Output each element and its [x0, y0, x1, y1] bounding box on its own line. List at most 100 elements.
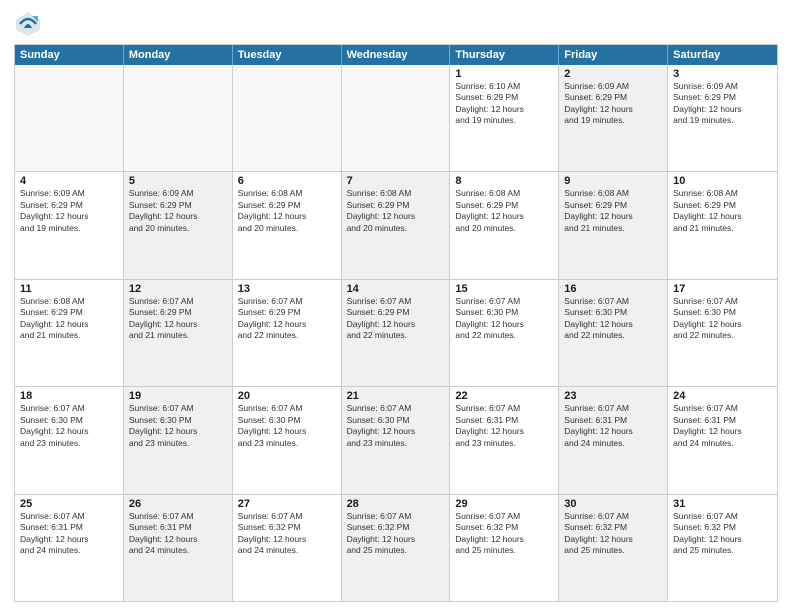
calendar-cell-24: 24Sunrise: 6:07 AM Sunset: 6:31 PM Dayli…	[668, 387, 777, 493]
day-info: Sunrise: 6:07 AM Sunset: 6:31 PM Dayligh…	[564, 403, 662, 449]
calendar-cell-empty-0-3	[342, 65, 451, 171]
day-info: Sunrise: 6:07 AM Sunset: 6:31 PM Dayligh…	[20, 511, 118, 557]
day-info: Sunrise: 6:07 AM Sunset: 6:30 PM Dayligh…	[20, 403, 118, 449]
day-info: Sunrise: 6:07 AM Sunset: 6:32 PM Dayligh…	[347, 511, 445, 557]
day-number: 19	[129, 390, 227, 402]
day-info: Sunrise: 6:08 AM Sunset: 6:29 PM Dayligh…	[20, 296, 118, 342]
day-info: Sunrise: 6:07 AM Sunset: 6:30 PM Dayligh…	[129, 403, 227, 449]
day-info: Sunrise: 6:07 AM Sunset: 6:30 PM Dayligh…	[564, 296, 662, 342]
day-number: 13	[238, 283, 336, 295]
calendar-row-1: 4Sunrise: 6:09 AM Sunset: 6:29 PM Daylig…	[15, 171, 777, 278]
weekday-header-wednesday: Wednesday	[342, 45, 451, 65]
calendar-cell-25: 25Sunrise: 6:07 AM Sunset: 6:31 PM Dayli…	[15, 495, 124, 601]
weekday-header-monday: Monday	[124, 45, 233, 65]
calendar-cell-13: 13Sunrise: 6:07 AM Sunset: 6:29 PM Dayli…	[233, 280, 342, 386]
day-number: 17	[673, 283, 772, 295]
page: SundayMondayTuesdayWednesdayThursdayFrid…	[0, 0, 792, 612]
day-info: Sunrise: 6:07 AM Sunset: 6:31 PM Dayligh…	[129, 511, 227, 557]
calendar-cell-12: 12Sunrise: 6:07 AM Sunset: 6:29 PM Dayli…	[124, 280, 233, 386]
calendar-cell-8: 8Sunrise: 6:08 AM Sunset: 6:29 PM Daylig…	[450, 172, 559, 278]
day-info: Sunrise: 6:07 AM Sunset: 6:29 PM Dayligh…	[347, 296, 445, 342]
weekday-header-saturday: Saturday	[668, 45, 777, 65]
calendar-row-0: 1Sunrise: 6:10 AM Sunset: 6:29 PM Daylig…	[15, 65, 777, 171]
calendar-cell-27: 27Sunrise: 6:07 AM Sunset: 6:32 PM Dayli…	[233, 495, 342, 601]
day-number: 28	[347, 498, 445, 510]
day-info: Sunrise: 6:07 AM Sunset: 6:32 PM Dayligh…	[455, 511, 553, 557]
calendar-row-3: 18Sunrise: 6:07 AM Sunset: 6:30 PM Dayli…	[15, 386, 777, 493]
header	[14, 10, 778, 38]
calendar-cell-6: 6Sunrise: 6:08 AM Sunset: 6:29 PM Daylig…	[233, 172, 342, 278]
day-info: Sunrise: 6:08 AM Sunset: 6:29 PM Dayligh…	[455, 188, 553, 234]
day-number: 7	[347, 175, 445, 187]
day-info: Sunrise: 6:07 AM Sunset: 6:30 PM Dayligh…	[238, 403, 336, 449]
calendar-cell-21: 21Sunrise: 6:07 AM Sunset: 6:30 PM Dayli…	[342, 387, 451, 493]
calendar-cell-14: 14Sunrise: 6:07 AM Sunset: 6:29 PM Dayli…	[342, 280, 451, 386]
calendar-cell-3: 3Sunrise: 6:09 AM Sunset: 6:29 PM Daylig…	[668, 65, 777, 171]
day-number: 24	[673, 390, 772, 402]
day-number: 31	[673, 498, 772, 510]
day-info: Sunrise: 6:08 AM Sunset: 6:29 PM Dayligh…	[238, 188, 336, 234]
day-info: Sunrise: 6:08 AM Sunset: 6:29 PM Dayligh…	[673, 188, 772, 234]
calendar-cell-1: 1Sunrise: 6:10 AM Sunset: 6:29 PM Daylig…	[450, 65, 559, 171]
day-info: Sunrise: 6:09 AM Sunset: 6:29 PM Dayligh…	[20, 188, 118, 234]
day-info: Sunrise: 6:08 AM Sunset: 6:29 PM Dayligh…	[347, 188, 445, 234]
day-number: 8	[455, 175, 553, 187]
calendar-cell-2: 2Sunrise: 6:09 AM Sunset: 6:29 PM Daylig…	[559, 65, 668, 171]
calendar-cell-16: 16Sunrise: 6:07 AM Sunset: 6:30 PM Dayli…	[559, 280, 668, 386]
day-info: Sunrise: 6:07 AM Sunset: 6:29 PM Dayligh…	[238, 296, 336, 342]
day-number: 4	[20, 175, 118, 187]
day-info: Sunrise: 6:07 AM Sunset: 6:30 PM Dayligh…	[455, 296, 553, 342]
calendar-cell-29: 29Sunrise: 6:07 AM Sunset: 6:32 PM Dayli…	[450, 495, 559, 601]
calendar-cell-28: 28Sunrise: 6:07 AM Sunset: 6:32 PM Dayli…	[342, 495, 451, 601]
day-number: 23	[564, 390, 662, 402]
day-number: 18	[20, 390, 118, 402]
calendar-cell-23: 23Sunrise: 6:07 AM Sunset: 6:31 PM Dayli…	[559, 387, 668, 493]
calendar-cell-empty-0-1	[124, 65, 233, 171]
day-number: 6	[238, 175, 336, 187]
logo-icon	[14, 10, 42, 38]
day-info: Sunrise: 6:07 AM Sunset: 6:32 PM Dayligh…	[673, 511, 772, 557]
calendar-cell-empty-0-0	[15, 65, 124, 171]
weekday-header-thursday: Thursday	[450, 45, 559, 65]
calendar-cell-5: 5Sunrise: 6:09 AM Sunset: 6:29 PM Daylig…	[124, 172, 233, 278]
calendar-cell-10: 10Sunrise: 6:08 AM Sunset: 6:29 PM Dayli…	[668, 172, 777, 278]
day-number: 22	[455, 390, 553, 402]
calendar-cell-15: 15Sunrise: 6:07 AM Sunset: 6:30 PM Dayli…	[450, 280, 559, 386]
calendar-body: 1Sunrise: 6:10 AM Sunset: 6:29 PM Daylig…	[15, 65, 777, 601]
day-number: 12	[129, 283, 227, 295]
calendar-cell-26: 26Sunrise: 6:07 AM Sunset: 6:31 PM Dayli…	[124, 495, 233, 601]
day-number: 27	[238, 498, 336, 510]
calendar-cell-20: 20Sunrise: 6:07 AM Sunset: 6:30 PM Dayli…	[233, 387, 342, 493]
calendar-row-4: 25Sunrise: 6:07 AM Sunset: 6:31 PM Dayli…	[15, 494, 777, 601]
calendar-cell-empty-0-2	[233, 65, 342, 171]
day-number: 2	[564, 68, 662, 80]
day-number: 21	[347, 390, 445, 402]
calendar-cell-11: 11Sunrise: 6:08 AM Sunset: 6:29 PM Dayli…	[15, 280, 124, 386]
day-number: 20	[238, 390, 336, 402]
day-number: 25	[20, 498, 118, 510]
calendar-cell-31: 31Sunrise: 6:07 AM Sunset: 6:32 PM Dayli…	[668, 495, 777, 601]
calendar-cell-30: 30Sunrise: 6:07 AM Sunset: 6:32 PM Dayli…	[559, 495, 668, 601]
calendar-cell-22: 22Sunrise: 6:07 AM Sunset: 6:31 PM Dayli…	[450, 387, 559, 493]
day-info: Sunrise: 6:07 AM Sunset: 6:31 PM Dayligh…	[673, 403, 772, 449]
calendar-cell-19: 19Sunrise: 6:07 AM Sunset: 6:30 PM Dayli…	[124, 387, 233, 493]
day-number: 10	[673, 175, 772, 187]
day-number: 9	[564, 175, 662, 187]
day-info: Sunrise: 6:08 AM Sunset: 6:29 PM Dayligh…	[564, 188, 662, 234]
day-info: Sunrise: 6:07 AM Sunset: 6:32 PM Dayligh…	[564, 511, 662, 557]
day-number: 16	[564, 283, 662, 295]
day-number: 3	[673, 68, 772, 80]
calendar: SundayMondayTuesdayWednesdayThursdayFrid…	[14, 44, 778, 602]
day-info: Sunrise: 6:07 AM Sunset: 6:29 PM Dayligh…	[129, 296, 227, 342]
day-number: 1	[455, 68, 553, 80]
calendar-cell-7: 7Sunrise: 6:08 AM Sunset: 6:29 PM Daylig…	[342, 172, 451, 278]
calendar-cell-4: 4Sunrise: 6:09 AM Sunset: 6:29 PM Daylig…	[15, 172, 124, 278]
logo	[14, 10, 46, 38]
day-number: 14	[347, 283, 445, 295]
calendar-cell-17: 17Sunrise: 6:07 AM Sunset: 6:30 PM Dayli…	[668, 280, 777, 386]
calendar-header: SundayMondayTuesdayWednesdayThursdayFrid…	[15, 45, 777, 65]
day-info: Sunrise: 6:07 AM Sunset: 6:30 PM Dayligh…	[673, 296, 772, 342]
day-info: Sunrise: 6:07 AM Sunset: 6:32 PM Dayligh…	[238, 511, 336, 557]
day-number: 30	[564, 498, 662, 510]
day-number: 11	[20, 283, 118, 295]
